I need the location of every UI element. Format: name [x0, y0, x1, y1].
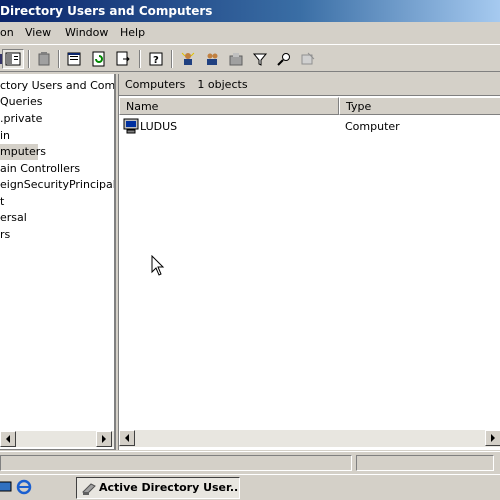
new-ou-icon[interactable]	[225, 49, 247, 69]
item-name: LUDUS	[140, 120, 178, 133]
find-icon[interactable]	[273, 49, 295, 69]
column-header-name[interactable]: Name	[119, 97, 339, 115]
status-bar	[0, 451, 500, 472]
tree-item-builtin[interactable]: in	[0, 128, 10, 144]
taskbar-button-active-directory[interactable]: Active Directory User...	[76, 477, 240, 499]
tree-item-foreign-security-principals[interactable]: eignSecurityPrincipals	[0, 177, 114, 193]
tree-item-computers[interactable]: mputers	[0, 144, 46, 160]
properties-icon[interactable]	[63, 49, 85, 69]
tree-item-root[interactable]: ctory Users and Compu	[0, 78, 114, 94]
details-header: Computers 1 objects	[119, 74, 500, 96]
menu-view[interactable]: View	[25, 26, 51, 39]
internet-explorer-icon[interactable]	[13, 477, 35, 497]
status-panel-secondary	[356, 455, 494, 471]
delete-icon[interactable]	[33, 49, 55, 69]
help-icon[interactable]: ?	[145, 49, 167, 69]
item-type: Computer	[345, 120, 400, 133]
column-header-type[interactable]: Type	[339, 97, 500, 115]
tree-item-lostandfound[interactable]: t	[0, 194, 4, 210]
refresh-icon[interactable]	[88, 49, 110, 69]
scroll-right-icon[interactable]	[485, 430, 500, 446]
export-list-icon[interactable]	[112, 49, 134, 69]
list-item[interactable]: LUDUS Computer	[119, 118, 500, 136]
details-pane: Computers 1 objects Name Type LUDUS Compu…	[118, 74, 500, 450]
menu-bar: on View Window Help	[0, 23, 500, 43]
taskbar: Active Directory User...	[0, 474, 500, 500]
scroll-right-icon[interactable]	[96, 431, 112, 447]
show-hide-tree-button[interactable]	[2, 49, 24, 69]
mouse-cursor-icon	[151, 254, 165, 280]
container-name: Computers	[125, 78, 186, 91]
object-count: 1 objects	[197, 78, 248, 91]
menu-window[interactable]: Window	[65, 26, 108, 39]
computer-icon	[123, 118, 139, 138]
active-directory-icon	[81, 480, 97, 498]
tree-item-domain[interactable]: .private	[0, 111, 42, 127]
menu-action[interactable]: on	[0, 26, 14, 39]
scroll-left-icon[interactable]	[119, 430, 135, 446]
filter-icon[interactable]	[249, 49, 271, 69]
menu-help[interactable]: Help	[120, 26, 145, 39]
title-bar: Directory Users and Computers	[0, 0, 500, 22]
tree-horizontal-scrollbar[interactable]	[0, 430, 114, 447]
console-tree: ctory Users and Compu Queries .private i…	[0, 74, 116, 450]
window-title: Directory Users and Computers	[0, 4, 213, 18]
status-panel-main	[0, 455, 352, 471]
svg-text:?: ?	[153, 55, 159, 66]
new-group-icon[interactable]	[201, 49, 223, 69]
tree-item-users[interactable]: rs	[0, 227, 10, 243]
details-horizontal-scrollbar[interactable]	[119, 430, 500, 447]
scroll-left-icon[interactable]	[0, 431, 16, 447]
new-user-icon[interactable]	[177, 49, 199, 69]
toolbar: ?	[0, 44, 500, 72]
tree-item-saved-queries[interactable]: Queries	[0, 94, 42, 110]
tree-item-universal[interactable]: ersal	[0, 210, 27, 226]
add-to-group-icon[interactable]	[297, 49, 319, 69]
tree-item-domain-controllers[interactable]: ain Controllers	[0, 161, 80, 177]
